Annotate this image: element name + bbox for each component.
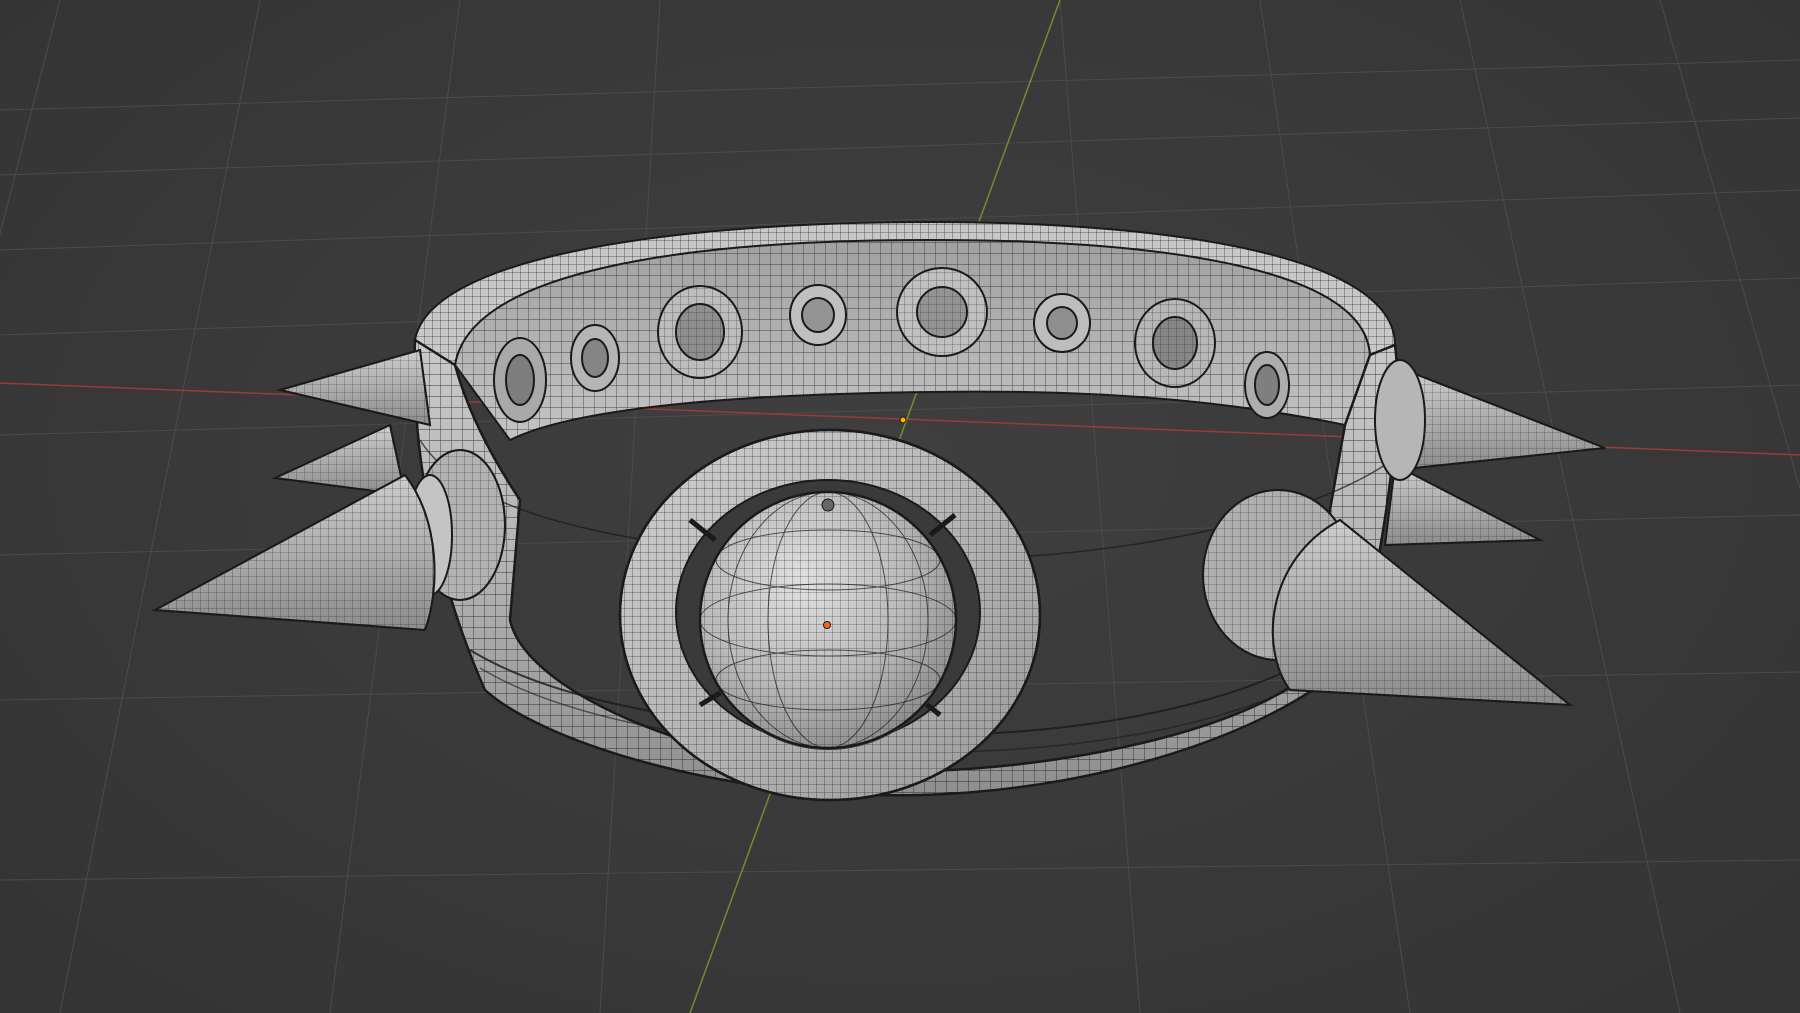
collar-mesh[interactable] bbox=[151, 220, 1606, 802]
origin-point[interactable] bbox=[823, 621, 831, 629]
3d-viewport[interactable] bbox=[0, 0, 1800, 1013]
front-ball bbox=[698, 490, 958, 750]
viewport-canvas[interactable] bbox=[0, 0, 1800, 1013]
world-origin-point bbox=[899, 416, 907, 424]
